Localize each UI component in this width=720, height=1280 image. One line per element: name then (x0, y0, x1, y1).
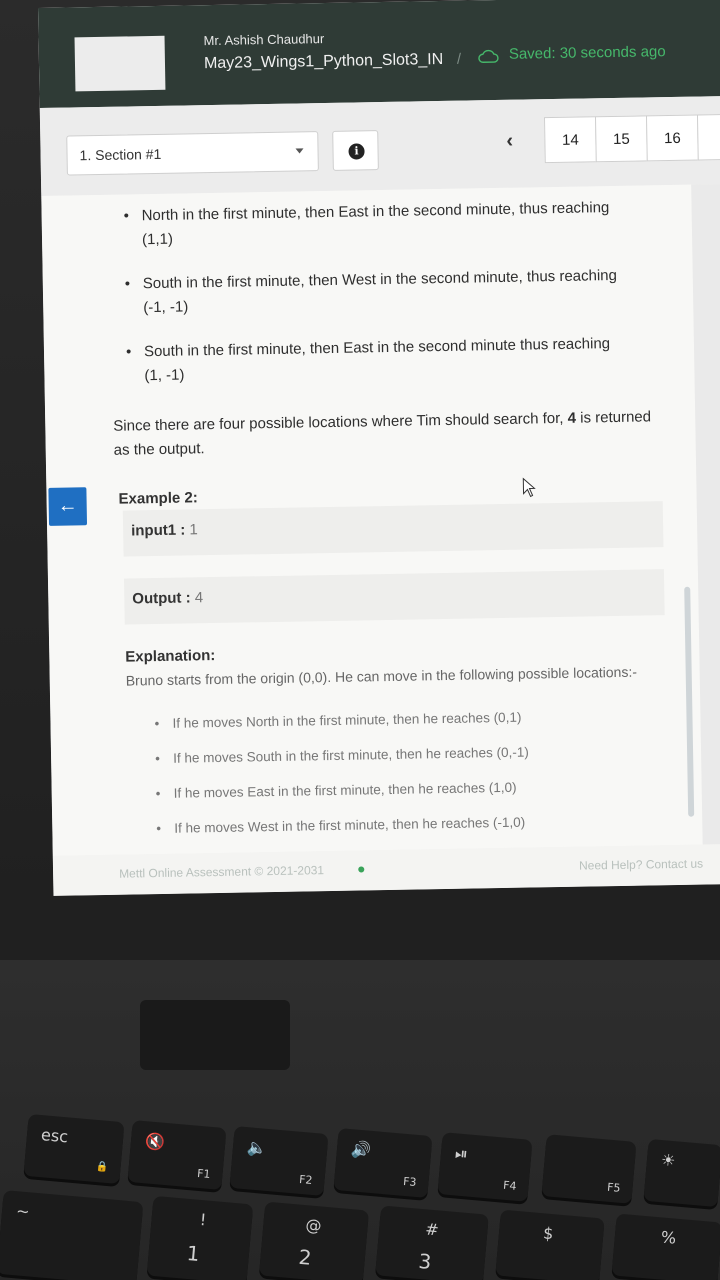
section-select-value: 1. Section #1 (79, 145, 162, 164)
lock-icon: 🔒 (95, 1161, 109, 1174)
wifi-icon: ● (356, 860, 366, 877)
list-item: If he moves East in the first minute, th… (156, 778, 636, 801)
question-nav: 14 15 16 1 (543, 113, 720, 164)
laptop-hinge (140, 1000, 290, 1070)
example2-title: Example 2: (118, 489, 198, 508)
brightness-key: ☀ (643, 1138, 720, 1208)
output-label: Output (132, 589, 182, 608)
example1-list: North in the first minute, then East in … (123, 196, 626, 409)
output-box: Output : 4 (123, 569, 665, 625)
f5-label: F5 (606, 1180, 622, 1195)
key-5-shift: % (660, 1227, 678, 1248)
help-link[interactable]: Need Help? Contact us (579, 857, 703, 873)
section-select[interactable]: 1. Section #1 (66, 131, 319, 176)
f3-label: F3 (402, 1174, 417, 1189)
key-1-shift: ! (198, 1209, 208, 1230)
summary-value: 4 (567, 409, 577, 427)
question-button[interactable]: 15 (594, 115, 648, 163)
chevron-left-icon[interactable]: ‹ (506, 130, 513, 153)
esc-key: esc 🔒 (23, 1113, 125, 1185)
volume-up-icon: 🔊 (350, 1139, 372, 1160)
key-3: # 3 (375, 1205, 489, 1280)
play-pause-icon: ⏯ (454, 1143, 469, 1164)
question-button[interactable]: 16 (645, 114, 699, 162)
brightness-icon: ☀ (660, 1150, 677, 1171)
f4-key: ⏯ F4 (437, 1132, 533, 1202)
info-icon: i (348, 143, 365, 160)
explanation-text: Bruno starts from the origin (0,0). He c… (125, 663, 638, 689)
key-3-label: 3 (417, 1248, 433, 1274)
list-item: North in the first minute, then East in … (123, 196, 624, 253)
screen: Mr. Ashish Chaudhur May23_Wings1_Python_… (38, 0, 720, 896)
f3-key: 🔊 F3 (333, 1128, 433, 1198)
mouse-cursor-icon (522, 477, 536, 498)
key-4-shift: $ (542, 1223, 555, 1244)
list-item: South in the first minute, then East in … (126, 332, 627, 389)
header-separator: / (456, 50, 462, 68)
caret-down-icon (295, 148, 304, 154)
candidate-name: Mr. Ashish Chaudhur (203, 31, 325, 49)
key-2-label: 2 (297, 1244, 313, 1270)
input-box: input1 : 1 (122, 501, 664, 557)
back-arrow-button[interactable]: ← (48, 487, 88, 526)
f5-key: F5 (541, 1134, 637, 1204)
key-4: $ (495, 1209, 605, 1280)
f4-label: F4 (502, 1178, 518, 1193)
question-button[interactable]: 1 (696, 113, 720, 161)
key-5: % (611, 1213, 720, 1280)
input-separator: : (175, 521, 190, 539)
toolbar: 1. Section #1 i ‹ 14 15 16 1 (39, 95, 720, 196)
question-content: North in the first minute, then East in … (41, 184, 703, 856)
output-separator: : (181, 589, 195, 607)
output-value: 4 (194, 589, 204, 607)
f2-label: F2 (298, 1172, 313, 1187)
test-name: May23_Wings1_Python_Slot3_IN (203, 50, 444, 73)
key-3-shift: # (424, 1219, 440, 1240)
logo (74, 35, 166, 92)
cloud-icon (478, 49, 499, 63)
volume-down-icon: 🔈 (246, 1137, 268, 1158)
app-header: Mr. Ashish Chaudhur May23_Wings1_Python_… (38, 0, 720, 108)
input-value: 1 (189, 521, 198, 539)
tilde-label: ~ (15, 1201, 31, 1222)
f1-label: F1 (196, 1166, 211, 1181)
mute-icon: 🔇 (144, 1131, 166, 1152)
key-2: @ 2 (258, 1201, 370, 1280)
tilde-key: ~ (0, 1190, 144, 1280)
f2-key: 🔈 F2 (229, 1126, 329, 1196)
question-button[interactable]: 14 (543, 116, 597, 164)
f1-key: 🔇 F1 (127, 1120, 227, 1190)
list-item: South in the first minute, then West in … (125, 264, 626, 321)
info-button[interactable]: i (332, 130, 379, 171)
key-1: ! 1 (146, 1195, 254, 1280)
explanation-list: If he moves North in the first minute, t… (154, 708, 636, 856)
input-label: input1 (130, 521, 177, 540)
summary-text: Since there are four possible locations … (113, 409, 568, 435)
list-item: If he moves North in the first minute, t… (154, 708, 634, 731)
esc-label: esc (40, 1125, 69, 1147)
explanation-title: Explanation: (125, 647, 216, 666)
example1-summary: Since there are four possible locations … (113, 405, 654, 462)
key-2-shift: @ (304, 1215, 323, 1236)
list-item: If he moves West in the first minute, th… (156, 813, 636, 836)
key-1-label: 1 (185, 1240, 201, 1266)
copyright-text: Mettl Online Assessment © 2021-2031 (118, 863, 325, 881)
list-item: If he moves South in the first minute, t… (155, 743, 635, 766)
save-status: Saved: 30 seconds ago (508, 43, 666, 63)
